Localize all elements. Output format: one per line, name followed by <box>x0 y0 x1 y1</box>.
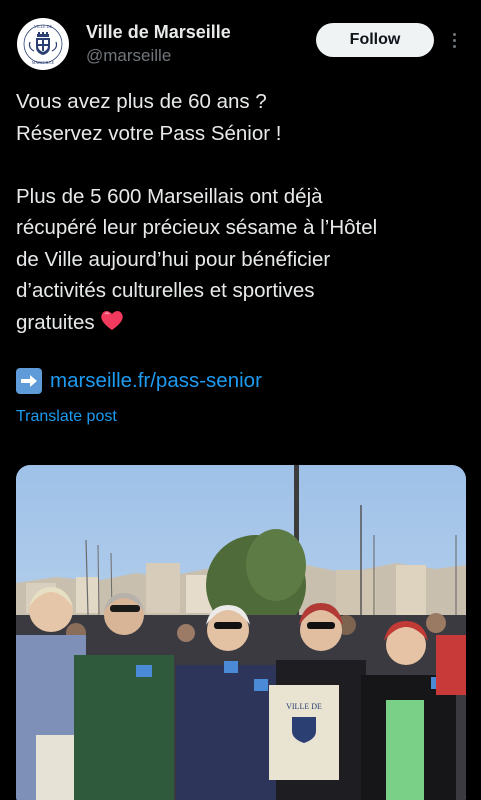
post-line: Plus de 5 600 Marseillais ont déjà <box>16 184 323 208</box>
author-handle[interactable]: @marseille <box>86 46 171 66</box>
translate-post-link[interactable]: Translate post <box>16 408 117 426</box>
tote-text: VILLE DE <box>286 702 322 711</box>
post-line: Réservez votre Pass Sénior ! <box>16 121 282 145</box>
right-arrow-icon <box>16 368 42 394</box>
pass-senior-link[interactable]: marseille.fr/pass-senior <box>50 366 262 396</box>
avatar[interactable]: VILLE DE MARSEILLE <box>17 18 69 70</box>
follow-button[interactable]: Follow <box>316 23 434 57</box>
post-line: récupéré leur précieux sésame à l’Hôtel <box>16 216 378 239</box>
post-photo[interactable]: VILLE DE <box>16 465 466 800</box>
seniors-group-photo: VILLE DE <box>16 465 466 800</box>
more-vertical-icon[interactable] <box>444 24 464 56</box>
post-line-text: gratuites <box>16 310 95 334</box>
post-line-last: gratuites <box>16 307 466 342</box>
marseille-coat-of-arms-icon: VILLE DE MARSEILLE <box>18 19 68 69</box>
red-heart-icon <box>99 308 125 342</box>
post-header: VILLE DE MARSEILLE Ville de Marseille @m… <box>0 0 481 80</box>
svg-text:MARSEILLE: MARSEILLE <box>32 60 55 65</box>
post-line: de Ville aujourd’hui pour bénéficier <box>16 247 331 271</box>
post-line: d’activités culturelles et sportives <box>16 279 315 302</box>
svg-text:VILLE DE: VILLE DE <box>34 24 52 29</box>
post-line: Vous avez plus de 60 ans ? <box>16 90 267 113</box>
author-name[interactable]: Ville de Marseille <box>86 22 231 43</box>
link-row: marseille.fr/pass-senior <box>16 366 262 396</box>
post-text: Vous avez plus de 60 ans ? Réservez votr… <box>16 86 466 341</box>
